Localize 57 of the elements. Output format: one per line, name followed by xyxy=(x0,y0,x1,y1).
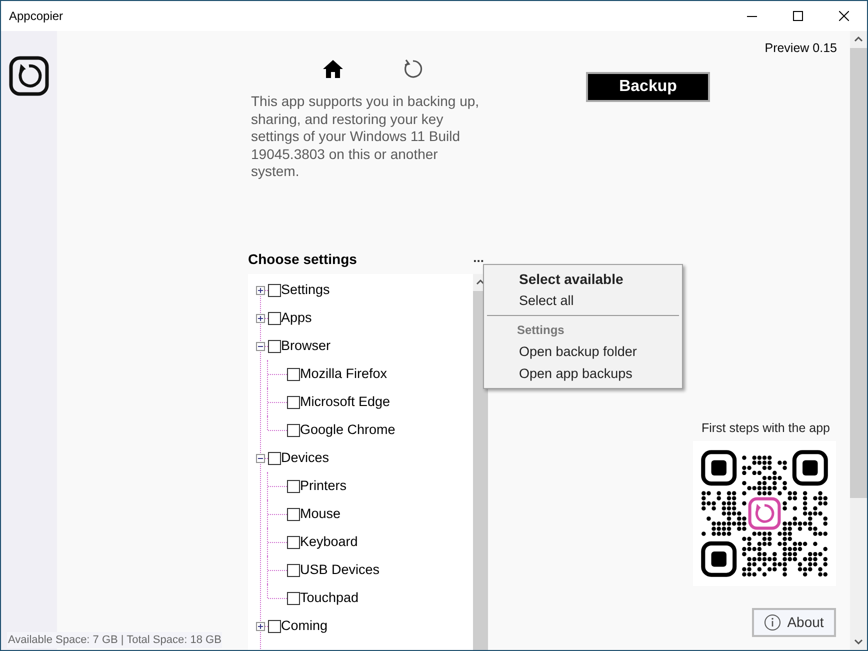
menu-item[interactable]: Open backup folder xyxy=(484,341,682,363)
menu-item[interactable]: Select all xyxy=(484,290,682,312)
tree-item[interactable]: Browser xyxy=(281,339,331,353)
tree-item[interactable]: Settings xyxy=(281,283,330,297)
checkbox[interactable] xyxy=(287,536,300,548)
tree-item[interactable]: Google Chrome xyxy=(300,423,396,437)
tree-item[interactable]: Microsoft Edge xyxy=(300,395,390,409)
description-text: This app supports you in backing up, sharing, and restoring your key settings of your Windows 11 Build 19045.3803 on this or another system. xyxy=(250,93,480,180)
backup-button[interactable]: Backup xyxy=(586,72,710,102)
checkbox[interactable] xyxy=(287,368,300,380)
tree-item[interactable]: Apps xyxy=(281,311,312,325)
scroll-down-icon xyxy=(854,639,863,645)
tree-item[interactable]: Touchpad xyxy=(300,591,359,605)
app-logo-icon xyxy=(9,56,49,96)
version-label: Preview 0.15 xyxy=(764,40,837,57)
qr-caption: First steps with the app xyxy=(701,420,830,438)
checkbox[interactable] xyxy=(287,508,300,520)
checkbox[interactable] xyxy=(287,564,300,576)
menu-item[interactable]: Select available xyxy=(484,268,682,290)
checkbox[interactable] xyxy=(268,452,281,464)
tree-item[interactable]: Keyboard xyxy=(300,535,358,549)
tree-item[interactable]: Devices xyxy=(281,451,330,465)
close-icon xyxy=(839,11,849,21)
scrollbar[interactable] xyxy=(473,274,488,650)
tree-item[interactable]: USB Devices xyxy=(300,563,380,577)
checkbox[interactable] xyxy=(268,284,281,296)
window-scrollbar[interactable] xyxy=(850,31,867,650)
info-icon xyxy=(764,614,782,631)
tree-item[interactable]: Printers xyxy=(300,479,347,493)
about-button[interactable]: About xyxy=(752,608,836,637)
home-icon xyxy=(322,59,344,79)
refresh-icon xyxy=(402,58,424,80)
collapse-icon[interactable] xyxy=(256,342,265,350)
checkbox[interactable] xyxy=(268,620,281,632)
scroll-up-icon xyxy=(854,36,863,42)
expand-icon[interactable] xyxy=(256,286,265,294)
home-button[interactable] xyxy=(321,57,345,81)
window-title: Appcopier xyxy=(9,8,64,25)
tree-item[interactable]: Mouse xyxy=(300,507,341,521)
maximize-icon xyxy=(793,11,803,21)
checkbox[interactable] xyxy=(287,480,300,492)
checkbox[interactable] xyxy=(268,340,281,352)
menu-header: Settings xyxy=(516,322,566,339)
collapse-icon[interactable] xyxy=(256,454,265,462)
expand-icon[interactable] xyxy=(256,314,265,322)
status-text: Available Space: 7 GB | Total Space: 18 GB xyxy=(7,632,222,648)
scroll-up-icon xyxy=(476,279,485,285)
expand-icon[interactable] xyxy=(256,622,265,630)
tree-item[interactable]: Mozilla Firefox xyxy=(300,367,388,381)
checkbox[interactable] xyxy=(287,592,300,604)
more-button[interactable]: ... xyxy=(473,251,484,264)
menu-item[interactable]: Open app backups xyxy=(484,363,682,385)
checkbox[interactable] xyxy=(287,424,300,436)
section-title: Choose settings xyxy=(248,250,357,269)
tree-item[interactable]: Coming xyxy=(281,619,328,633)
checkbox[interactable] xyxy=(287,396,300,408)
checkbox[interactable] xyxy=(268,312,281,324)
